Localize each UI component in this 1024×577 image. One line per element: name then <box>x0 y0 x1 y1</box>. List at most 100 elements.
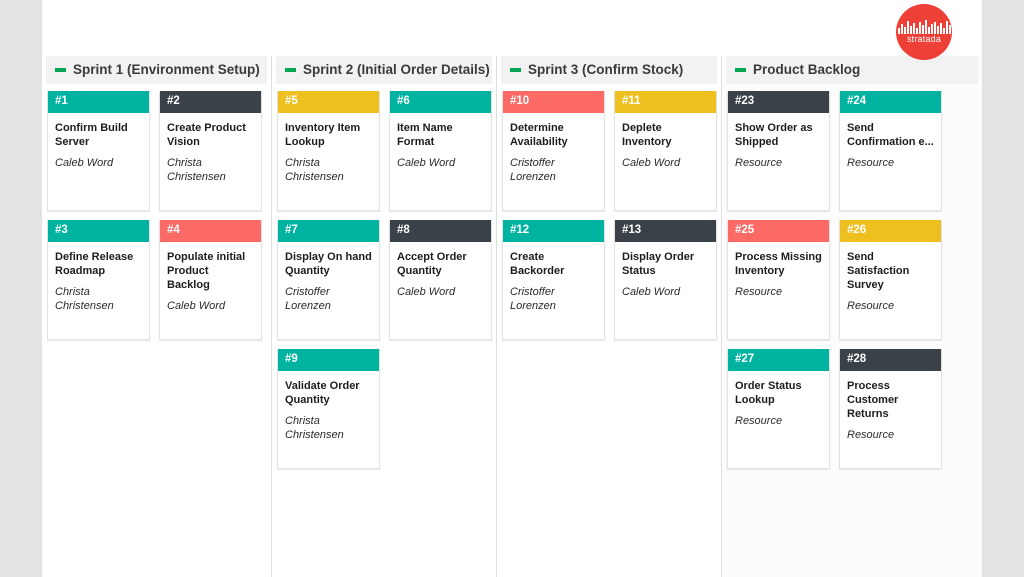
column-sprint-3: Sprint 3 (Confirm Stock) #10 Determine Ava… <box>497 56 722 577</box>
logo-wordmark: stratada <box>906 34 942 44</box>
task-card-header: #9 <box>278 349 379 371</box>
task-id: #26 <box>847 224 867 237</box>
task-card[interactable]: #13 Display Order Status Caleb Word <box>614 220 717 340</box>
task-assignee: Caleb Word <box>397 286 456 299</box>
task-title: Define Release Roadmap <box>55 251 134 278</box>
task-card-header: #13 <box>615 220 716 242</box>
task-card[interactable]: #7 Display On hand Quantity Cristoffer Lor… <box>277 220 380 340</box>
task-card-header: #24 <box>840 91 941 113</box>
task-card[interactable]: #4 Populate initial Product Backlog Caleb … <box>159 220 262 340</box>
task-title: Process Customer Returns <box>847 380 899 421</box>
task-card-header: #23 <box>728 91 829 113</box>
minus-icon[interactable] <box>285 68 296 72</box>
minus-icon[interactable] <box>510 68 521 72</box>
task-card[interactable]: #6 Item Name Format Caleb Word <box>389 91 492 211</box>
task-card-body: Display Order Status Caleb Word <box>615 242 716 339</box>
task-id: #8 <box>397 224 410 237</box>
minus-icon[interactable] <box>735 68 746 72</box>
task-card-body: Order Status Lookup Resource <box>728 371 829 468</box>
task-card-header: #6 <box>390 91 491 113</box>
task-assignee: Caleb Word <box>397 157 456 170</box>
logo-circle: stratada <box>896 4 952 60</box>
task-id: #27 <box>735 353 755 366</box>
task-card-body: Create Backorder Cristoffer Lorenzen <box>503 242 604 339</box>
task-title: Populate initial Product Backlog <box>167 251 246 292</box>
task-card-body: Create Product Vision Christa Christensen <box>160 113 261 210</box>
task-assignee: Cristoffer Lorenzen <box>510 157 556 184</box>
task-card[interactable]: #24 Send Confirmation e... Resource <box>839 91 942 211</box>
task-card-body: Define Release Roadmap Christa Christense… <box>48 242 149 339</box>
task-card[interactable]: #2 Create Product Vision Christa Christens… <box>159 91 262 211</box>
column-title: Sprint 1 (Environment Setup) <box>73 62 260 78</box>
task-id: #13 <box>622 224 642 237</box>
task-title: Display On hand Quantity <box>285 251 372 278</box>
logo-bars-icon <box>897 20 951 34</box>
task-title: Confirm Build Server <box>55 122 128 149</box>
task-assignee: Caleb Word <box>55 157 114 170</box>
task-card-header: #11 <box>615 91 716 113</box>
task-card[interactable]: #27 Order Status Lookup Resource <box>727 349 830 469</box>
column-card-list: #23 Show Order as Shipped Resource #24 Send … <box>722 84 982 577</box>
task-card-body: Send Satisfaction Survey Resource <box>840 242 941 339</box>
task-id: #5 <box>285 95 298 108</box>
task-card[interactable]: #11 Deplete Inventory Caleb Word <box>614 91 717 211</box>
task-assignee: Cristoffer Lorenzen <box>510 286 556 313</box>
task-assignee: Caleb Word <box>622 157 681 170</box>
column-header-product-backlog[interactable]: Product Backlog <box>726 56 978 84</box>
task-assignee: Resource <box>847 157 895 170</box>
task-card-header: #27 <box>728 349 829 371</box>
task-assignee: Cristoffer Lorenzen <box>285 286 331 313</box>
kanban-board-page: stratada Sprint 1 (Environment Setup) #1 C… <box>0 0 1024 577</box>
task-title: Create Backorder <box>510 251 565 278</box>
task-card-body: Show Order as Shipped Resource <box>728 113 829 210</box>
task-title: Order Status Lookup <box>735 380 802 407</box>
task-card[interactable]: #12 Create Backorder Cristoffer Lorenzen <box>502 220 605 340</box>
minus-icon[interactable] <box>55 68 66 72</box>
task-card-header: #7 <box>278 220 379 242</box>
task-assignee: Christa Christensen <box>167 157 226 184</box>
task-card[interactable]: #28 Process Customer Returns Resource <box>839 349 942 469</box>
left-gutter <box>0 0 42 577</box>
task-card[interactable]: #8 Accept Order Quantity Caleb Word <box>389 220 492 340</box>
column-header-sprint-2[interactable]: Sprint 2 (Initial Order Details) <box>276 56 492 84</box>
task-card[interactable]: #10 Determine Availability Cristoffer Lore… <box>502 91 605 211</box>
column-card-list: #5 Inventory Item Lookup Christa Christens… <box>272 84 496 577</box>
column-header-sprint-3[interactable]: Sprint 3 (Confirm Stock) <box>501 56 717 84</box>
task-assignee: Christa Christensen <box>285 157 344 184</box>
task-card[interactable]: #26 Send Satisfaction Survey Resource <box>839 220 942 340</box>
task-id: #28 <box>847 353 867 366</box>
task-card-header: #3 <box>48 220 149 242</box>
task-assignee: Resource <box>735 286 783 299</box>
task-card-body: Accept Order Quantity Caleb Word <box>390 242 491 339</box>
task-title: Validate Order Quantity <box>285 380 360 407</box>
task-card[interactable]: #25 Process Missing Inventory Resource <box>727 220 830 340</box>
task-card[interactable]: #9 Validate Order Quantity Christa Christe… <box>277 349 380 469</box>
task-card[interactable]: #3 Define Release Roadmap Christa Christen… <box>47 220 150 340</box>
task-card-header: #12 <box>503 220 604 242</box>
task-id: #3 <box>55 224 68 237</box>
task-card[interactable]: #23 Show Order as Shipped Resource <box>727 91 830 211</box>
task-id: #9 <box>285 353 298 366</box>
task-title: Item Name Format <box>397 122 453 149</box>
task-id: #12 <box>510 224 530 237</box>
stratada-logo: stratada <box>896 4 952 60</box>
task-title: Determine Availability <box>510 122 568 149</box>
task-card-header: #5 <box>278 91 379 113</box>
task-title: Show Order as Shipped <box>735 122 813 149</box>
task-card[interactable]: #1 Confirm Build Server Caleb Word <box>47 91 150 211</box>
task-assignee: Resource <box>847 429 895 442</box>
task-card-body: Validate Order Quantity Christa Christens… <box>278 371 379 468</box>
task-title: Process Missing Inventory <box>735 251 822 278</box>
task-id: #11 <box>622 95 641 108</box>
column-card-list: #10 Determine Availability Cristoffer Lore… <box>497 84 721 577</box>
task-assignee: Christa Christensen <box>55 286 114 313</box>
task-title: Accept Order Quantity <box>397 251 467 278</box>
task-card-header: #25 <box>728 220 829 242</box>
task-title: Create Product Vision <box>167 122 246 149</box>
task-card-body: Confirm Build Server Caleb Word <box>48 113 149 210</box>
column-header-sprint-1[interactable]: Sprint 1 (Environment Setup) <box>46 56 267 84</box>
task-assignee: Resource <box>847 300 895 313</box>
task-card[interactable]: #5 Inventory Item Lookup Christa Christens… <box>277 91 380 211</box>
task-card-body: Item Name Format Caleb Word <box>390 113 491 210</box>
task-title: Deplete Inventory <box>622 122 672 149</box>
